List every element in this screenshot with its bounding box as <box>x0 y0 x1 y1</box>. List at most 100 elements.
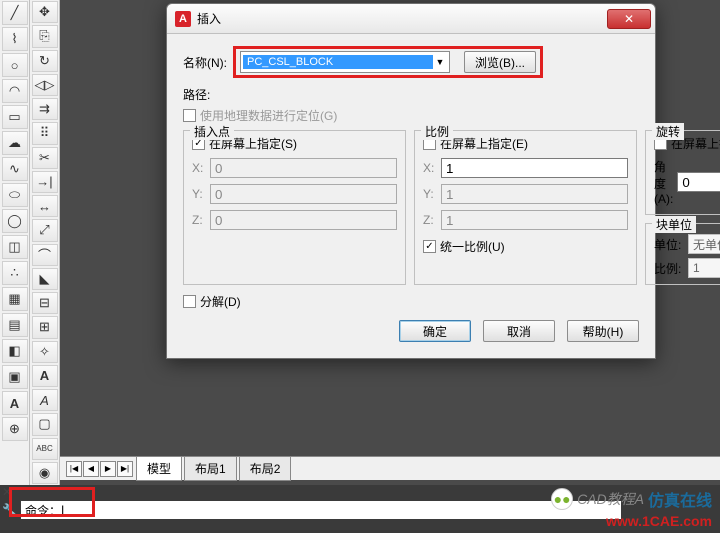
brand-url: www.1CAE.com <box>606 513 712 529</box>
tool-fillet[interactable]: ⌒ <box>32 244 58 266</box>
tool-color[interactable]: ▢ <box>32 413 58 435</box>
geo-label: 使用地理数据进行定位(G) <box>200 107 337 124</box>
cancel-button[interactable]: 取消 <box>483 320 555 342</box>
help-button[interactable]: 帮助(H) <box>567 320 639 342</box>
tool-gradient[interactable]: ▤ <box>2 313 28 337</box>
browse-button[interactable]: 浏览(B)... <box>464 51 536 73</box>
tool-abc[interactable]: ABC <box>32 438 58 460</box>
tool-add[interactable]: ⊕ <box>2 417 28 441</box>
cad-brand-text: CAD教程A <box>577 489 644 509</box>
tool-move[interactable]: ✥ <box>32 1 58 23</box>
name-combobox[interactable]: PC_CSL_BLOCK ▼ <box>240 51 450 73</box>
block-unit-group: 块单位 单位:无单位 比例:1 <box>645 223 720 285</box>
tool-arc[interactable]: ◠ <box>2 79 28 103</box>
unit-value: 无单位 <box>688 234 720 254</box>
scale-y-label: Y: <box>423 187 441 201</box>
cmd-wrench-icon[interactable]: 🔧 <box>2 503 20 517</box>
sim-brand-text: 仿真在线 <box>648 487 712 511</box>
tool-line[interactable]: ╱ <box>2 1 28 25</box>
tool-insert[interactable]: ◫ <box>2 235 28 259</box>
insert-legend: 插入点 <box>190 123 234 140</box>
tab-model[interactable]: 模型 <box>136 457 182 481</box>
tool-mtext[interactable]: A <box>2 391 28 415</box>
tool-extend[interactable]: →| <box>32 171 58 193</box>
ratio-value: 1 <box>688 258 720 278</box>
insert-y-label: Y: <box>192 187 210 201</box>
ok-button[interactable]: 确定 <box>399 320 471 342</box>
tool-spline[interactable]: ∿ <box>2 157 28 181</box>
tool-explode[interactable]: ✧ <box>32 341 58 363</box>
app-icon: A <box>175 11 191 27</box>
tool-array[interactable]: ⠿ <box>32 122 58 144</box>
scale-specify-label: 在屏幕上指定(E) <box>440 135 528 152</box>
name-row-highlight: PC_CSL_BLOCK ▼ 浏览(B)... <box>233 46 543 78</box>
tool-table[interactable]: ▣ <box>2 365 28 389</box>
tool-break[interactable]: ⊟ <box>32 292 58 314</box>
path-label: 路径: <box>183 88 210 102</box>
insert-y-input <box>210 184 397 204</box>
tool-hatch[interactable]: ▦ <box>2 287 28 311</box>
tool-chamfer[interactable]: ◣ <box>32 268 58 290</box>
insert-z-input <box>210 210 397 230</box>
tool-ellipsearc[interactable]: ◯ <box>2 209 28 233</box>
uniform-label: 统一比例(U) <box>440 238 505 255</box>
tool-trim[interactable]: ✂ <box>32 147 58 169</box>
geo-checkbox <box>183 109 196 122</box>
tool-rotate[interactable]: ↻ <box>32 50 58 72</box>
chevron-down-icon[interactable]: ▼ <box>433 57 447 67</box>
tool-copy[interactable]: ⎘ <box>32 25 58 47</box>
tool-text-ai[interactable]: A <box>32 389 58 411</box>
tool-text-a[interactable]: A <box>32 365 58 387</box>
tab-nav-next[interactable]: ▶ <box>100 461 116 477</box>
tab-nav: |◀ ◀ ▶ ▶| <box>66 461 134 477</box>
insert-x-input <box>210 158 397 178</box>
close-button[interactable]: ✕ <box>607 9 651 29</box>
tab-nav-prev[interactable]: ◀ <box>83 461 99 477</box>
dialog-titlebar[interactable]: A 插入 ✕ <box>167 4 655 34</box>
branding: ●● CAD教程A 仿真在线 <box>551 487 712 511</box>
tool-misc[interactable]: ◉ <box>32 462 58 484</box>
wechat-icon: ●● <box>551 488 573 510</box>
tab-nav-first[interactable]: |◀ <box>66 461 82 477</box>
scale-z-label: Z: <box>423 213 441 227</box>
ratio-label: 比例: <box>654 260 688 277</box>
tab-nav-last[interactable]: ▶| <box>117 461 133 477</box>
unit-legend: 块单位 <box>652 216 696 233</box>
scale-x-input[interactable] <box>441 158 628 178</box>
command-value: I <box>61 503 64 517</box>
tool-point[interactable]: ∴ <box>2 261 28 285</box>
uniform-checkbox[interactable]: ✓ <box>423 240 436 253</box>
scale-z-input <box>441 210 628 230</box>
unit-label: 单位: <box>654 236 688 253</box>
rotate-column: 旋转 在屏幕上指定(C) 角度(A): 块单位 单位:无单位 比例:1 <box>645 130 720 285</box>
tab-layout2[interactable]: 布局2 <box>239 457 292 481</box>
tool-ellipse[interactable]: ⬭ <box>2 183 28 207</box>
toolbar-modify: ✥ ⎘ ↻ ◁▷ ⇉ ⠿ ✂ →| ↔ ⤢ ⌒ ◣ ⊟ ⊞ ✧ A A ▢ AB… <box>30 0 60 485</box>
tool-circle[interactable]: ○ <box>2 53 28 77</box>
command-line[interactable]: 命令： I <box>21 501 621 519</box>
explode-label: 分解(D) <box>200 293 241 310</box>
tool-scale[interactable]: ⤢ <box>32 219 58 241</box>
tool-join[interactable]: ⊞ <box>32 316 58 338</box>
rotate-group: 旋转 在屏幕上指定(C) 角度(A): <box>645 130 720 215</box>
tool-mirror[interactable]: ◁▷ <box>32 74 58 96</box>
tool-region[interactable]: ◧ <box>2 339 28 363</box>
tool-offset[interactable]: ⇉ <box>32 98 58 120</box>
tool-pline[interactable]: ⌇ <box>2 27 28 51</box>
tool-revcloud[interactable]: ☁ <box>2 131 28 155</box>
name-value: PC_CSL_BLOCK <box>243 55 433 69</box>
insert-point-group: 插入点 ✓ 在屏幕上指定(S) X: Y: Z: <box>183 130 406 285</box>
scale-group: 比例 在屏幕上指定(E) X: Y: Z: ✓ 统一比例(U) <box>414 130 637 285</box>
tool-rect[interactable]: ▭ <box>2 105 28 129</box>
explode-checkbox[interactable] <box>183 295 196 308</box>
scale-y-input <box>441 184 628 204</box>
cmd-close-icon[interactable]: ✕ <box>2 485 20 499</box>
command-prompt: 命令： <box>25 502 61 519</box>
tool-stretch[interactable]: ↔ <box>32 195 58 217</box>
insert-x-label: X: <box>192 161 210 175</box>
dialog-title: 插入 <box>197 10 607 27</box>
insert-z-label: Z: <box>192 213 210 227</box>
angle-input[interactable] <box>677 172 720 192</box>
angle-label: 角度(A): <box>654 158 673 206</box>
tab-layout1[interactable]: 布局1 <box>184 457 237 481</box>
